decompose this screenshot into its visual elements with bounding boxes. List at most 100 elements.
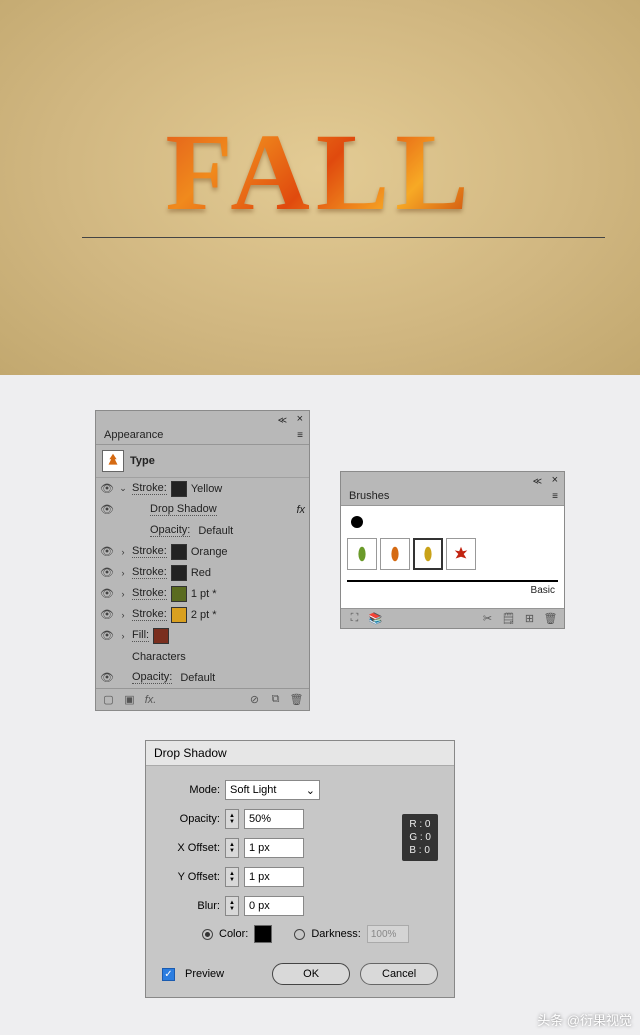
visibility-icon[interactable]: 👁 (100, 566, 114, 579)
brush-leaf-maple[interactable] (446, 538, 476, 570)
preview-label: Preview (185, 968, 224, 980)
color-radio[interactable] (202, 929, 213, 940)
panel-menu-icon[interactable]: ≡ (552, 491, 558, 502)
brush-leaf-yellow[interactable] (413, 538, 443, 570)
artwork-preview: FALL (0, 0, 640, 375)
attr-label: Fill: (132, 629, 149, 642)
attr-label: Stroke: (132, 587, 167, 600)
appearance-row-stroke-2pt[interactable]: 👁 › Stroke: 2 pt * (96, 604, 309, 625)
appearance-panel: ≪ × Appearance ≡ Type 👁 ⌄ Stroke: Yellow (95, 410, 310, 711)
color-label: Color: (219, 928, 248, 940)
workspace: ≪ × Appearance ≡ Type 👁 ⌄ Stroke: Yellow (0, 375, 640, 1035)
panel-close-icon[interactable]: × (552, 474, 558, 486)
fx-icon: fx (296, 504, 305, 516)
panel-close-icon[interactable]: × (297, 413, 303, 425)
watermark: 头条 @衍果视觉 (537, 1010, 632, 1029)
blur-label: Blur: (162, 900, 220, 912)
color-swatch[interactable] (153, 628, 169, 644)
drop-shadow-dialog: Drop Shadow R : 0 G : 0 B : 0 Mode: Soft… (145, 740, 455, 998)
visibility-icon[interactable]: 👁 (100, 629, 114, 642)
brush-libraries-icon[interactable]: ⛶ (347, 611, 362, 626)
color-swatch[interactable] (171, 481, 187, 497)
shadow-color-swatch[interactable] (254, 925, 272, 943)
appearance-row-opacity[interactable]: Opacity: Default (96, 520, 309, 541)
attr-label: Opacity: (150, 524, 190, 537)
visibility-icon[interactable]: 👁 (100, 545, 114, 558)
color-swatch[interactable] (171, 565, 187, 581)
attr-value: Red (191, 567, 211, 579)
preview-checkbox[interactable]: ✓ (162, 968, 175, 981)
type-label: Type (130, 455, 155, 467)
appearance-panel-header: Appearance ≡ (96, 425, 309, 445)
trash-icon[interactable]: 🗑 (289, 692, 304, 707)
appearance-footer: ▢ ▣ fx. ⊘ ⧉ 🗑 (96, 688, 309, 710)
blur-input[interactable]: 0 px (244, 896, 304, 916)
yoffset-label: Y Offset: (162, 871, 220, 883)
color-swatch[interactable] (171, 586, 187, 602)
expand-icon[interactable]: › (118, 631, 128, 641)
mode-label: Mode: (162, 784, 220, 796)
color-swatch[interactable] (171, 544, 187, 560)
panel-menu-icon[interactable]: ≡ (297, 430, 303, 441)
appearance-row-fill[interactable]: 👁 › Fill: (96, 625, 309, 646)
clear-icon[interactable]: ⊘ (247, 692, 262, 707)
mode-select[interactable]: Soft Light ⌄ (225, 780, 320, 800)
appearance-row-opacity2[interactable]: 👁 Opacity: Default (96, 667, 309, 688)
brush-default-dot[interactable] (347, 512, 367, 532)
rgb-b: B : 0 (409, 844, 431, 857)
attr-label: Stroke: (132, 608, 167, 621)
xoffset-input[interactable]: 1 px (244, 838, 304, 858)
color-swatch[interactable] (171, 607, 187, 623)
expand-icon[interactable]: › (118, 589, 128, 599)
opacity-input[interactable]: 50% (244, 809, 304, 829)
attr-value: Default (180, 672, 215, 684)
trash-icon[interactable]: 🗑 (543, 611, 558, 626)
appearance-row-stroke-yellow[interactable]: 👁 ⌄ Stroke: Yellow (96, 478, 309, 499)
duplicate-icon[interactable]: ⧉ (268, 692, 283, 707)
visibility-icon[interactable]: 👁 (100, 671, 114, 684)
attr-label: Stroke: (132, 566, 167, 579)
brush-leaf-green[interactable] (347, 538, 377, 570)
remove-stroke-icon[interactable]: ✂ (480, 611, 495, 626)
brush-leaf-orange[interactable] (380, 538, 410, 570)
new-stroke-icon[interactable]: ▢ (101, 692, 116, 707)
yoffset-input[interactable]: 1 px (244, 867, 304, 887)
fall-text: FALL (165, 109, 474, 236)
appearance-row-stroke-red[interactable]: 👁 › Stroke: Red (96, 562, 309, 583)
visibility-icon[interactable]: 👁 (100, 503, 114, 516)
new-fill-icon[interactable]: ▣ (122, 692, 137, 707)
selection-thumb (102, 450, 124, 472)
options-icon[interactable]: 🗒 (501, 611, 516, 626)
attr-value: 2 pt * (191, 609, 217, 621)
library-menu-icon[interactable]: 📚 (368, 611, 383, 626)
expand-icon[interactable]: › (118, 568, 128, 578)
appearance-row-stroke-1pt[interactable]: 👁 › Stroke: 1 pt * (96, 583, 309, 604)
appearance-row-characters[interactable]: Characters (96, 646, 309, 667)
visibility-icon[interactable]: 👁 (100, 587, 114, 600)
attr-label: Characters (132, 651, 186, 663)
appearance-row-dropshadow[interactable]: 👁 Drop Shadow fx (96, 499, 309, 520)
darkness-radio[interactable] (294, 929, 305, 940)
cancel-button[interactable]: Cancel (360, 963, 438, 985)
darkness-input: 100% (367, 925, 409, 943)
expand-icon[interactable]: › (118, 610, 128, 620)
visibility-icon[interactable]: 👁 (100, 608, 114, 621)
rgb-readout: R : 0 G : 0 B : 0 (402, 814, 438, 861)
brushes-body: Basic (341, 506, 564, 608)
expand-icon[interactable]: ⌄ (118, 483, 128, 494)
yoffset-stepper[interactable]: ▲▼ (225, 867, 239, 887)
attr-value: Default (198, 525, 233, 537)
ok-button[interactable]: OK (272, 963, 350, 985)
expand-icon[interactable]: › (118, 547, 128, 557)
xoffset-stepper[interactable]: ▲▼ (225, 838, 239, 858)
brushes-footer: ⛶ 📚 ✂ 🗒 ⊞ 🗑 (341, 608, 564, 628)
visibility-icon[interactable]: 👁 (100, 482, 114, 495)
blur-stepper[interactable]: ▲▼ (225, 896, 239, 916)
opacity-label: Opacity: (162, 813, 220, 825)
new-brush-icon[interactable]: ⊞ (522, 611, 537, 626)
appearance-row-stroke-orange[interactable]: 👁 › Stroke: Orange (96, 541, 309, 562)
fx-button[interactable]: fx. (143, 692, 158, 707)
xoffset-label: X Offset: (162, 842, 220, 854)
opacity-stepper[interactable]: ▲▼ (225, 809, 239, 829)
text-baseline (82, 237, 605, 238)
